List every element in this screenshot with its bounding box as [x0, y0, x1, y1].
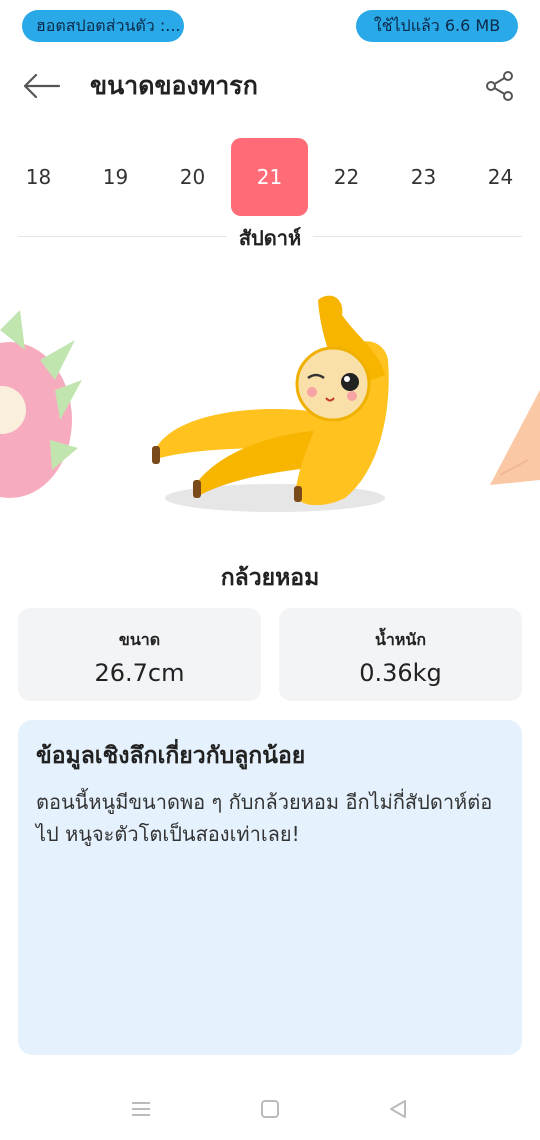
header: ขนาดของทารก — [0, 60, 540, 110]
week-item[interactable]: 24 — [462, 138, 539, 216]
dragon-fruit-image — [0, 310, 82, 498]
banana-image — [152, 295, 389, 506]
insight-title: ข้อมูลเชิงลึกเกี่ยวกับลูกน้อย — [36, 743, 306, 769]
system-nav-bar — [0, 1088, 540, 1128]
back-triangle-icon — [390, 1100, 406, 1118]
week-unit-label: สัปดาห์ — [226, 222, 314, 254]
back-nav-button[interactable] — [383, 1094, 413, 1124]
menu-icon — [132, 1102, 150, 1116]
size-value: 26.7cm — [94, 659, 185, 687]
recent-apps-button[interactable] — [126, 1094, 156, 1124]
week-item[interactable]: 23 — [385, 138, 462, 216]
week-item[interactable]: 19 — [77, 138, 154, 216]
size-label: ขนาด — [118, 630, 161, 649]
week-item[interactable]: 18 — [0, 138, 77, 216]
weight-card: น้ำหนัก 0.36kg — [279, 608, 522, 701]
home-square-icon — [261, 1100, 279, 1118]
hotspot-pill[interactable]: ฮอตสปอตส่วนตัว :... — [22, 10, 184, 42]
carrot-image — [490, 390, 540, 485]
status-bar: ฮอตสปอตส่วนตัว :... ใช้ไปแล้ว 6.6 MB — [0, 10, 540, 44]
data-usage-pill[interactable]: ใช้ไปแล้ว 6.6 MB — [356, 10, 518, 42]
page-title: ขนาดของทารก — [90, 71, 258, 100]
baby-insight-card: ข้อมูลเชิงลึกเกี่ยวกับลูกน้อย ตอนนี้หนูม… — [18, 720, 522, 1055]
week-item[interactable]: 20 — [154, 138, 231, 216]
share-icon — [486, 71, 513, 101]
weight-label: น้ำหนัก — [374, 630, 427, 649]
week-selector: 18 19 20 21 22 23 24 — [0, 138, 540, 216]
weight-value: 0.36kg — [359, 659, 442, 687]
share-button[interactable] — [478, 64, 522, 108]
insight-text: ตอนนี้หนูมีขนาดพอ ๆ กับกล้วยหอม อีกไม่กี… — [36, 790, 493, 846]
size-card: ขนาด 26.7cm — [18, 608, 261, 701]
week-item-selected[interactable]: 21 — [231, 138, 308, 216]
fruit-carousel[interactable] — [0, 280, 540, 540]
week-item[interactable]: 22 — [308, 138, 385, 216]
back-button[interactable] — [20, 64, 64, 108]
fruit-name: กล้วยหอม — [220, 565, 320, 591]
arrow-left-icon — [23, 73, 61, 99]
home-button[interactable] — [255, 1094, 285, 1124]
